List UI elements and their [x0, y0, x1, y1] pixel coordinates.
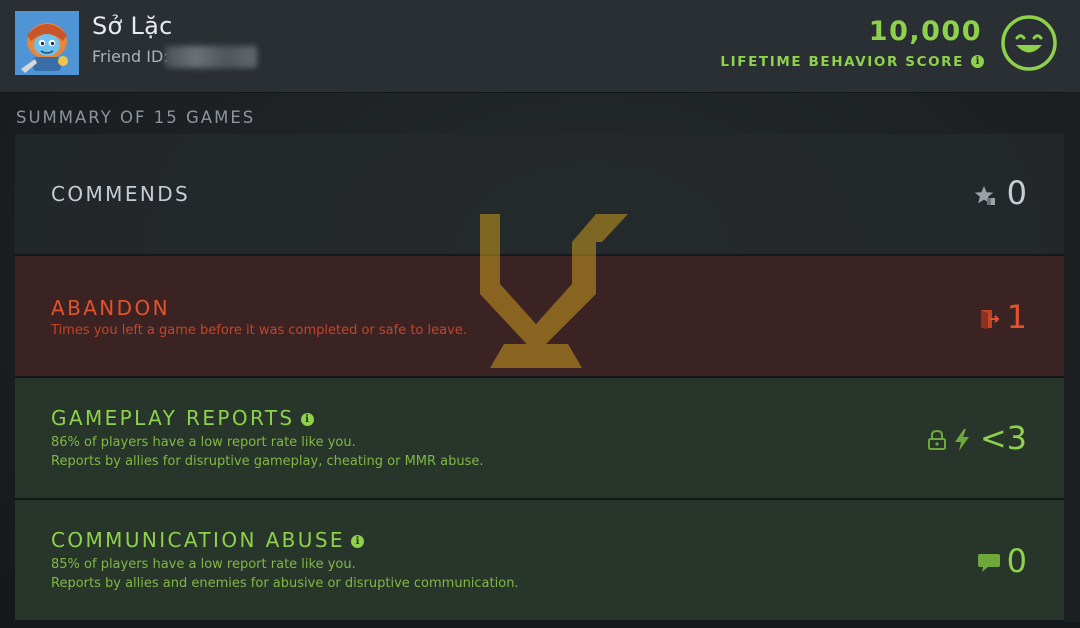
hero-portrait-icon [15, 11, 79, 75]
communication-abuse-percentile: 85% of players have a low report rate li… [51, 557, 356, 572]
gameplay-reports-value: <3 [979, 419, 1027, 457]
abandon-title: ABANDON [51, 296, 170, 320]
communication-abuse-description: Reports by allies and enemies for abusiv… [51, 576, 519, 591]
abandon-row: ABANDON Times you left a game before it … [15, 256, 1064, 378]
gameplay-reports-description: Reports by allies for disruptive gamepla… [51, 454, 484, 469]
info-icon[interactable]: i [971, 55, 984, 68]
commends-value: 0 [1006, 174, 1027, 212]
smiley-face-icon [1001, 15, 1057, 71]
info-icon[interactable]: i [350, 535, 364, 548]
friend-id-value-redacted [165, 46, 257, 68]
communication-abuse-value: 0 [1006, 542, 1027, 580]
avatar[interactable] [15, 11, 79, 75]
commends-title: COMMENDS [51, 182, 191, 206]
info-icon[interactable]: i [300, 413, 314, 426]
bottom-edge-shadow [0, 622, 1080, 628]
player-name: Sở Lặc [92, 12, 173, 40]
gameplay-reports-row: GAMEPLAY REPORTS i 86% of players have a … [15, 378, 1064, 500]
abandon-description: Times you left a game before it was comp… [51, 323, 467, 338]
gameplay-reports-percentile: 86% of players have a low report rate li… [51, 435, 356, 450]
chat-bubble-icon [978, 554, 1000, 572]
friend-id-label: Friend ID: [92, 47, 169, 66]
lightning-bolt-icon [955, 429, 969, 451]
abandon-value: 1 [1006, 298, 1027, 336]
behavior-stats-list: COMMENDS 0 ABANDON Times you left a game… [15, 134, 1064, 622]
commends-row: COMMENDS 0 [15, 134, 1064, 256]
summary-title: SUMMARY OF 15 GAMES [16, 108, 256, 127]
exit-door-icon [981, 310, 1000, 329]
star-thumbs-up-icon [974, 186, 995, 205]
communication-abuse-title: COMMUNICATION ABUSE i [51, 528, 364, 552]
communication-abuse-row: COMMUNICATION ABUSE i 85% of players have… [15, 500, 1064, 622]
gameplay-reports-title-text: GAMEPLAY REPORTS [51, 406, 295, 430]
behavior-score-value: 10,000 [868, 16, 982, 47]
gameplay-reports-title: GAMEPLAY REPORTS i [51, 406, 314, 430]
communication-abuse-title-text: COMMUNICATION ABUSE [51, 528, 345, 552]
behavior-score-label: LIFETIME BEHAVIOR SCORE [720, 54, 964, 70]
behavior-summary-page: Sở Lặc Friend ID: 10,000 LIFETIME BEHAVI… [0, 0, 1080, 628]
right-edge-shadow [1064, 92, 1080, 628]
lock-icon [928, 429, 946, 450]
profile-header: Sở Lặc Friend ID: 10,000 LIFETIME BEHAVI… [0, 0, 1080, 93]
